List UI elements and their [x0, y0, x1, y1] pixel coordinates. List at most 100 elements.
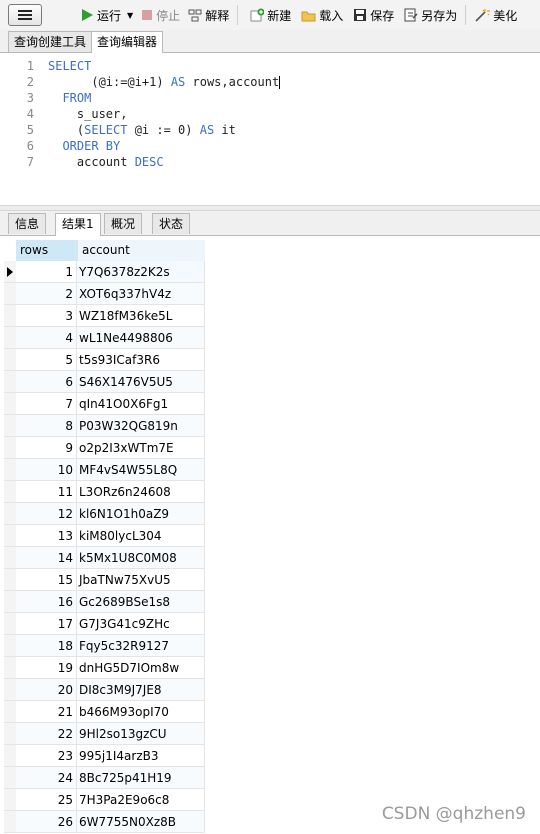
cell-account[interactable]: 9Hl2so13gzCU — [77, 723, 205, 745]
tab-query-builder[interactable]: 查询创建工具 — [8, 31, 93, 52]
cell-account[interactable]: 6W7755N0Xz8B — [77, 811, 205, 833]
cell-rows[interactable]: 1 — [16, 261, 77, 283]
cell-rows[interactable]: 4 — [16, 327, 77, 349]
cell-rows[interactable]: 8 — [16, 415, 77, 437]
row-selector[interactable] — [4, 525, 16, 547]
row-selector[interactable] — [4, 503, 16, 525]
beautify-button[interactable]: 美化 — [474, 7, 517, 24]
cell-rows[interactable]: 9 — [16, 437, 77, 459]
cell-account[interactable]: XOT6q337hV4z — [77, 283, 205, 305]
explain-button[interactable]: 解释 — [188, 7, 229, 24]
cell-account[interactable]: JbaTNw75XvU5 — [77, 569, 205, 591]
row-selector[interactable] — [4, 393, 16, 415]
run-button[interactable]: 运行 ▼ — [80, 7, 133, 24]
tab-query-editor[interactable]: 查询编辑器 — [91, 31, 164, 54]
row-selector[interactable] — [4, 679, 16, 701]
cell-account[interactable]: 8Bc725p41H19 — [77, 767, 205, 789]
cell-rows[interactable]: 15 — [16, 569, 77, 591]
cell-account[interactable]: kiM80lycL304 — [77, 525, 205, 547]
cell-rows[interactable]: 23 — [16, 745, 77, 767]
cell-account[interactable]: o2p2I3xWTm7E — [77, 437, 205, 459]
cell-account[interactable]: Gc2689BSe1s8 — [77, 591, 205, 613]
row-selector[interactable] — [4, 745, 16, 767]
tab-info[interactable]: 信息 — [8, 213, 47, 234]
cell-rows[interactable]: 17 — [16, 613, 77, 635]
row-selector[interactable] — [4, 327, 16, 349]
tab-status[interactable]: 状态 — [152, 213, 191, 234]
cell-account[interactable]: Fqy5c32R9127 — [77, 635, 205, 657]
cell-account[interactable]: t5s93ICaf3R6 — [77, 349, 205, 371]
row-selector[interactable] — [4, 547, 16, 569]
cell-rows[interactable]: 24 — [16, 767, 77, 789]
cell-account[interactable]: kl6N1O1h0aZ9 — [77, 503, 205, 525]
code-line-1: SELECT — [48, 59, 92, 73]
row-selector[interactable] — [4, 481, 16, 503]
cell-account[interactable]: DI8c3M9J7JE8 — [77, 679, 205, 701]
row-selector[interactable] — [4, 767, 16, 789]
cell-rows[interactable]: 13 — [16, 525, 77, 547]
cell-rows[interactable]: 25 — [16, 789, 77, 811]
cell-rows[interactable]: 5 — [16, 349, 77, 371]
row-selector[interactable] — [4, 701, 16, 723]
row-selector[interactable] — [4, 657, 16, 679]
cell-account[interactable]: S46X1476V5U5 — [77, 371, 205, 393]
cell-rows[interactable]: 18 — [16, 635, 77, 657]
cell-rows[interactable]: 12 — [16, 503, 77, 525]
cell-account[interactable]: 995j1I4arzB3 — [77, 745, 205, 767]
stop-button[interactable]: 停止 — [141, 7, 180, 24]
cell-rows[interactable]: 14 — [16, 547, 77, 569]
cell-account[interactable]: k5Mx1U8C0M08 — [77, 547, 205, 569]
cell-rows[interactable]: 19 — [16, 657, 77, 679]
row-selector[interactable] — [4, 349, 16, 371]
cell-account[interactable]: P03W32QG819n — [77, 415, 205, 437]
cell-account[interactable]: WZ18fM36ke5L — [77, 305, 205, 327]
chevron-down-icon[interactable]: ▼ — [127, 11, 133, 20]
cell-rows[interactable]: 16 — [16, 591, 77, 613]
column-header-rows[interactable]: rows — [16, 240, 77, 261]
cell-rows[interactable]: 11 — [16, 481, 77, 503]
row-selector[interactable] — [4, 437, 16, 459]
cell-rows[interactable]: 2 — [16, 283, 77, 305]
row-selector[interactable] — [4, 591, 16, 613]
code-line-2: (@i:=@i+1) AS rows,account — [48, 75, 281, 89]
cell-account[interactable]: L3ORz6n24608 — [77, 481, 205, 503]
cell-rows[interactable]: 21 — [16, 701, 77, 723]
cell-account[interactable]: qIn41O0X6Fg1 — [77, 393, 205, 415]
row-selector[interactable] — [4, 459, 16, 481]
tab-profile[interactable]: 概况 — [104, 213, 143, 234]
row-selector[interactable] — [4, 811, 16, 833]
tab-result1[interactable]: 结果1 — [55, 213, 101, 236]
column-header-account[interactable]: account — [77, 240, 205, 261]
cell-rows[interactable]: 26 — [16, 811, 77, 833]
row-selector[interactable] — [4, 613, 16, 635]
row-selector[interactable] — [4, 371, 16, 393]
cell-account[interactable]: MF4vS4W55L8Q — [77, 459, 205, 481]
new-query-icon — [250, 8, 265, 22]
menu-icon[interactable] — [8, 4, 42, 26]
cell-rows[interactable]: 7 — [16, 393, 77, 415]
cell-rows[interactable]: 6 — [16, 371, 77, 393]
cell-rows[interactable]: 20 — [16, 679, 77, 701]
cell-account[interactable]: G7J3G41c9ZHc — [77, 613, 205, 635]
sql-editor[interactable]: 1 2 3 4 5 6 7 SELECT (@i:=@i+1) AS rows,… — [0, 53, 540, 205]
row-selector[interactable] — [4, 415, 16, 437]
cell-rows[interactable]: 10 — [16, 459, 77, 481]
cell-account[interactable]: Y7Q6378z2K2s — [77, 261, 205, 283]
row-selector[interactable] — [4, 305, 16, 327]
save-as-button[interactable]: 另存为 — [404, 7, 457, 24]
cell-account[interactable]: 7H3Pa2E9o6c8 — [77, 789, 205, 811]
row-selector[interactable] — [4, 635, 16, 657]
save-button[interactable]: 保存 — [353, 7, 394, 24]
row-selector[interactable] — [4, 723, 16, 745]
new-button[interactable]: 新建 — [250, 7, 291, 24]
load-button[interactable]: 载入 — [301, 7, 343, 24]
row-selector[interactable] — [4, 283, 16, 305]
row-selector[interactable] — [4, 569, 16, 591]
cell-account[interactable]: dnHG5D7IOm8w — [77, 657, 205, 679]
row-selector[interactable] — [4, 789, 16, 811]
cell-rows[interactable]: 3 — [16, 305, 77, 327]
row-selector[interactable] — [4, 261, 16, 283]
cell-rows[interactable]: 22 — [16, 723, 77, 745]
cell-account[interactable]: b466M93opI70 — [77, 701, 205, 723]
cell-account[interactable]: wL1Ne4498806 — [77, 327, 205, 349]
